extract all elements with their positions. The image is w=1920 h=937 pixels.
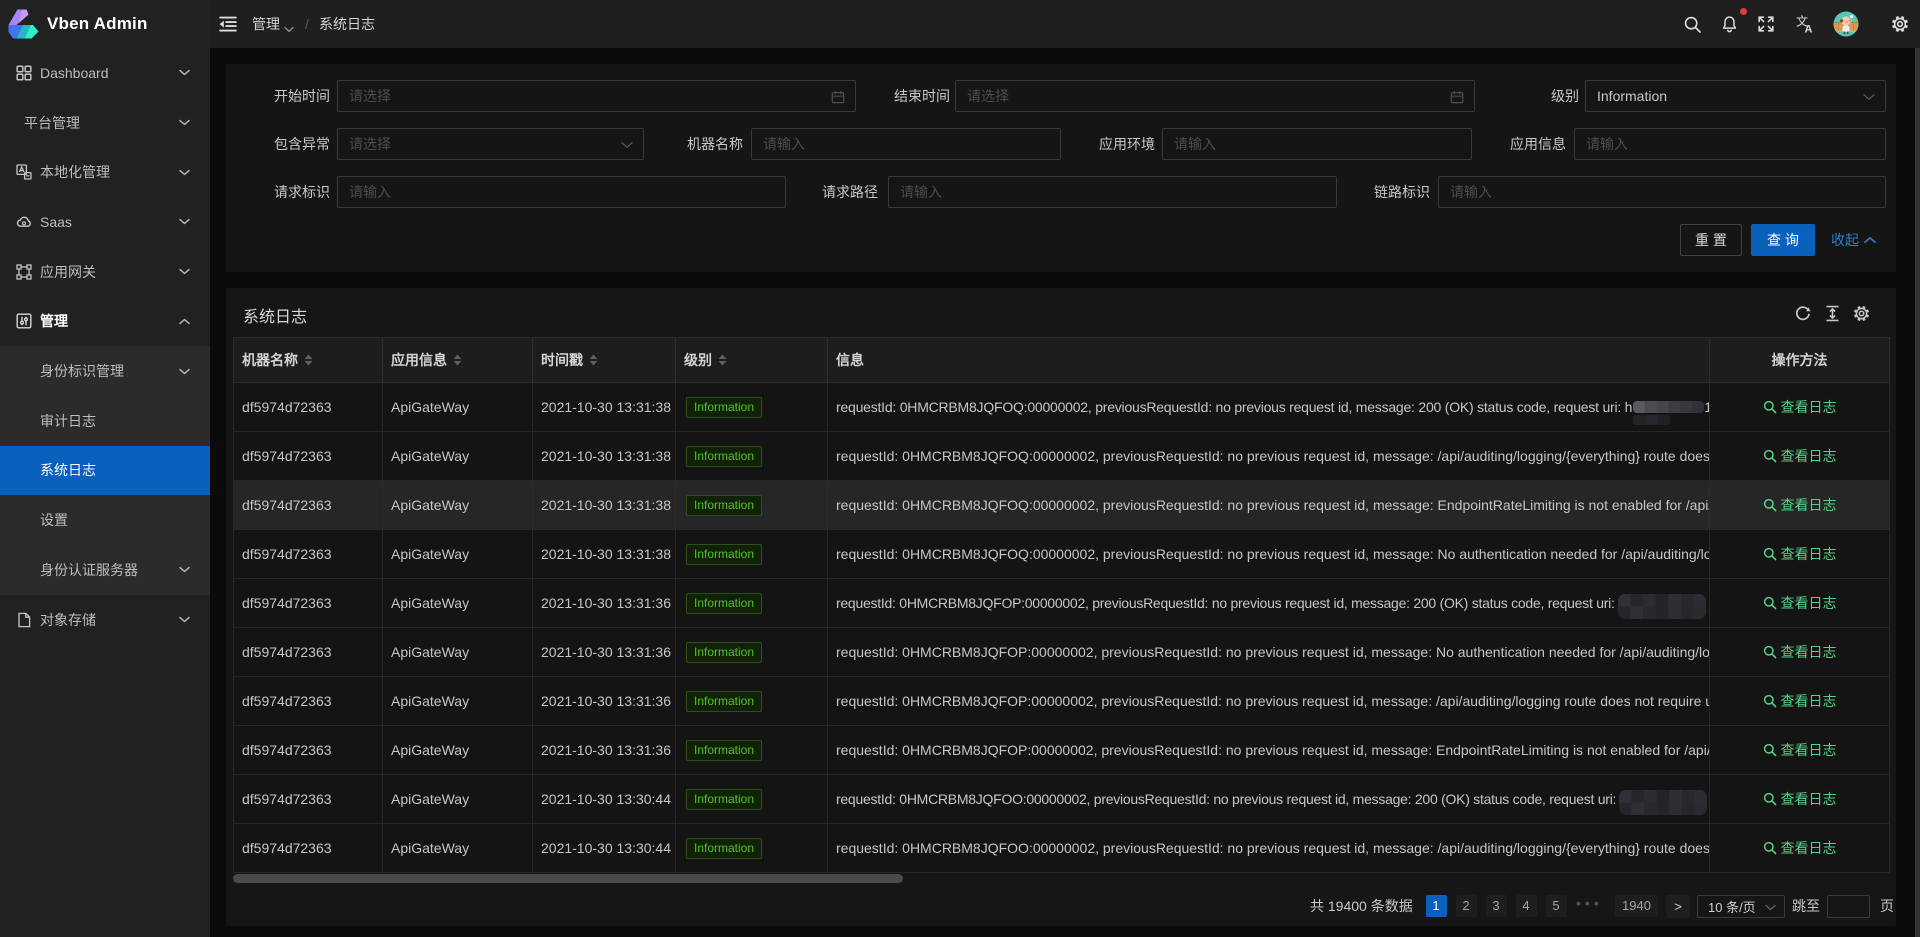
svg-text:A: A xyxy=(1805,24,1813,35)
